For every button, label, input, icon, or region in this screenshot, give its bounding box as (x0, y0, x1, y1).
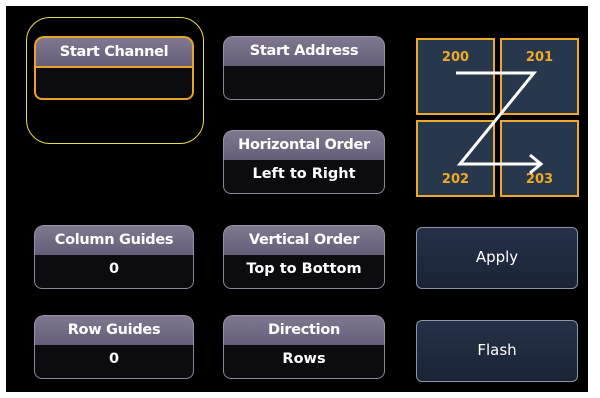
start-address-field[interactable]: Start Address (223, 36, 385, 100)
row-guides-value[interactable]: 0 (34, 345, 194, 379)
start-channel-value[interactable] (34, 66, 194, 100)
start-address-value[interactable] (223, 66, 385, 100)
vertical-order-value[interactable]: Top to Bottom (223, 255, 385, 289)
z-order-arrow-icon (456, 71, 544, 175)
vertical-order-label: Vertical Order (223, 225, 385, 255)
apply-button[interactable]: Apply (416, 227, 578, 289)
row-guides-label: Row Guides (34, 315, 194, 345)
column-guides-field[interactable]: Column Guides 0 (34, 225, 194, 289)
horizontal-order-field[interactable]: Horizontal Order Left to Right (223, 130, 385, 194)
column-guides-value[interactable]: 0 (34, 255, 194, 289)
flash-button[interactable]: Flash (416, 320, 578, 382)
row-guides-field[interactable]: Row Guides 0 (34, 315, 194, 379)
direction-value[interactable]: Rows (223, 345, 385, 379)
vertical-order-field[interactable]: Vertical Order Top to Bottom (223, 225, 385, 289)
patch-settings-panel: Start Channel Start Address Horizontal O… (6, 6, 588, 392)
column-guides-label: Column Guides (34, 225, 194, 255)
horizontal-order-value[interactable]: Left to Right (223, 160, 385, 194)
horizontal-order-label: Horizontal Order (223, 130, 385, 160)
start-channel-field[interactable]: Start Channel (34, 36, 194, 100)
order-preview-grid: 200 201 202 203 (416, 38, 582, 200)
start-channel-label: Start Channel (34, 36, 194, 66)
start-address-label: Start Address (223, 36, 385, 66)
direction-field[interactable]: Direction Rows (223, 315, 385, 379)
direction-label: Direction (223, 315, 385, 345)
